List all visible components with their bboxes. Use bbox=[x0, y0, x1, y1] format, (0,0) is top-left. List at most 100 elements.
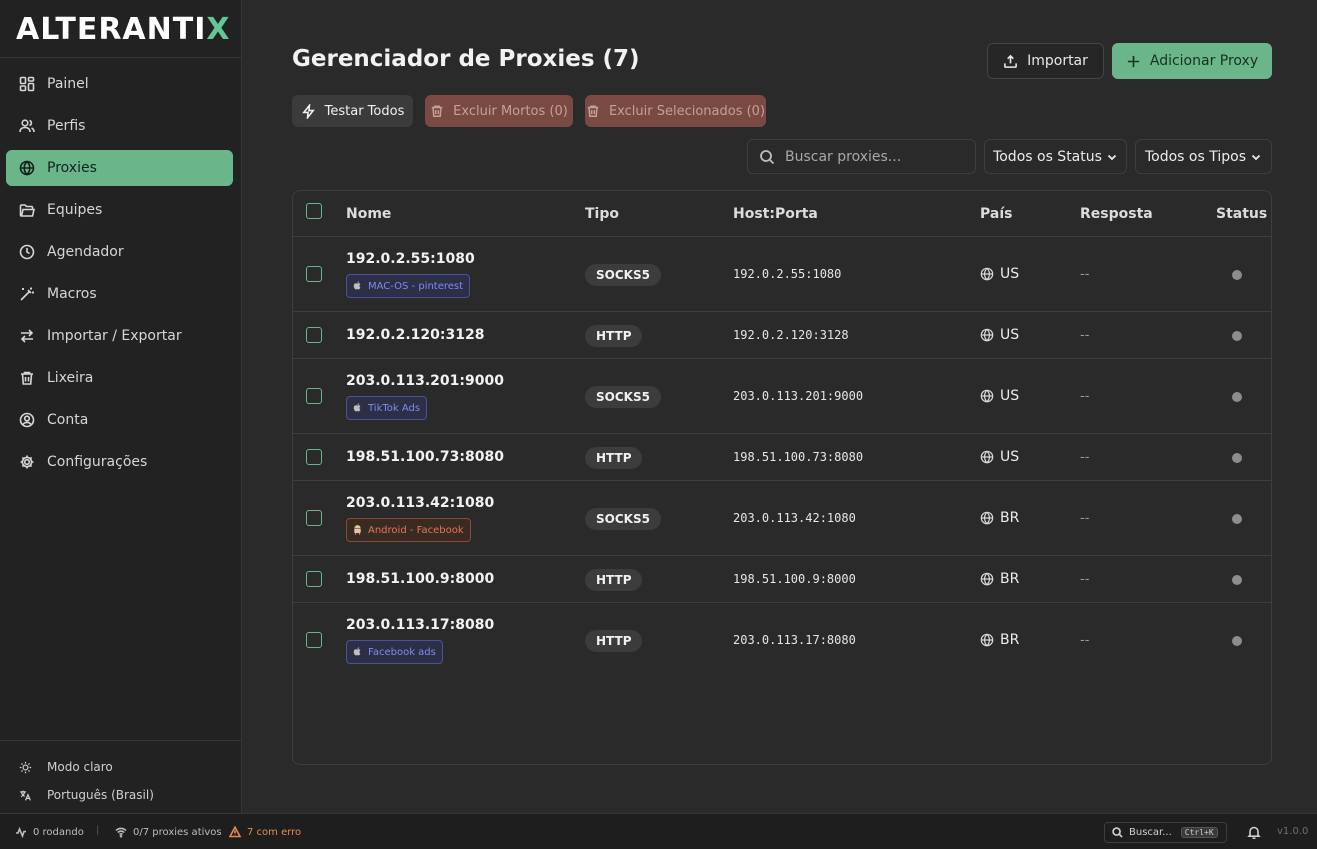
globe-icon bbox=[18, 159, 36, 177]
row-checkbox[interactable] bbox=[306, 631, 322, 648]
search-input[interactable] bbox=[785, 148, 965, 165]
status-filter-select[interactable]: Todos os Status bbox=[984, 139, 1127, 174]
status-dot bbox=[1232, 513, 1242, 524]
type-filter-select[interactable]: Todos os Tipos bbox=[1135, 139, 1272, 174]
test-all-button[interactable]: Testar Todos bbox=[292, 95, 413, 127]
sidebar-item-label: Conta bbox=[47, 412, 89, 428]
proxy-country: BR bbox=[980, 632, 1019, 648]
table-row[interactable]: 203.0.113.17:8080 Facebook ads HTTP 203.0.1… bbox=[293, 603, 1271, 678]
logo[interactable]: ALTERANTIX bbox=[0, 0, 241, 58]
country-code: US bbox=[1000, 265, 1020, 282]
country-code: BR bbox=[1000, 570, 1020, 587]
profile-tag[interactable]: Android - Facebook bbox=[346, 518, 471, 542]
bell-icon bbox=[1247, 826, 1261, 840]
sidebar: ALTERANTIX Painel Perfis Proxies Equipes… bbox=[0, 0, 242, 813]
sidebar-item-proxies[interactable]: Proxies bbox=[6, 150, 233, 186]
profile-tag[interactable]: Facebook ads bbox=[346, 640, 443, 664]
globe-icon bbox=[980, 511, 994, 525]
status-dot bbox=[1232, 269, 1242, 280]
table-row[interactable]: 198.51.100.9:8000 HTTP 198.51.100.9:8000 BR… bbox=[293, 556, 1271, 603]
error-count: 7 com erro bbox=[247, 826, 302, 838]
sidebar-item-macros[interactable]: Macros bbox=[6, 276, 233, 312]
proxies-table: Nome Tipo Host:Porta País Resposta Statu… bbox=[292, 190, 1272, 765]
proxy-type-badge: SOCKS5 bbox=[585, 507, 661, 530]
active-proxies-indicator: 0/7 proxies ativos bbox=[115, 826, 222, 838]
proxy-response: -- bbox=[1080, 266, 1090, 282]
sidebar-item-conta[interactable]: Conta bbox=[6, 402, 233, 438]
upload-icon bbox=[1004, 54, 1018, 68]
language-selector[interactable]: Português (Brasil) bbox=[0, 781, 241, 809]
column-header-country[interactable]: País bbox=[980, 206, 1012, 222]
select-all-checkbox[interactable] bbox=[306, 203, 322, 219]
add-proxy-button[interactable]: Adicionar Proxy bbox=[1112, 43, 1272, 79]
import-button-label: Importar bbox=[1027, 53, 1088, 69]
running-indicator: 0 rodando bbox=[15, 826, 84, 838]
profile-tag[interactable]: MAC-OS - pinterest bbox=[346, 274, 471, 298]
sidebar-item-label: Macros bbox=[47, 286, 97, 302]
status-filter-label: Todos os Status bbox=[993, 148, 1102, 165]
country-code: US bbox=[1000, 387, 1020, 404]
sidebar-item-agendador[interactable]: Agendador bbox=[6, 234, 233, 270]
row-checkbox[interactable] bbox=[306, 326, 322, 343]
proxy-type-badge: SOCKS5 bbox=[585, 263, 661, 286]
row-checkbox[interactable] bbox=[306, 387, 322, 404]
wifi-icon bbox=[115, 827, 127, 838]
profile-tag-label: MAC-OS - pinterest bbox=[368, 280, 464, 292]
profile-tag-label: Android - Facebook bbox=[368, 524, 464, 536]
column-header-response[interactable]: Resposta bbox=[1080, 206, 1153, 222]
sidebar-item-label: Lixeira bbox=[47, 370, 94, 386]
table-row[interactable]: 198.51.100.73:8080 HTTP 198.51.100.73:8080… bbox=[293, 434, 1271, 481]
sidebar-item-perfis[interactable]: Perfis bbox=[6, 108, 233, 144]
status-dot bbox=[1232, 452, 1242, 463]
row-checkbox[interactable] bbox=[306, 509, 322, 526]
row-checkbox[interactable] bbox=[306, 448, 322, 465]
apple-icon bbox=[352, 646, 364, 658]
proxy-name: 192.0.2.55:1080 bbox=[346, 251, 475, 267]
table-row[interactable]: 192.0.2.120:3128 HTTP 192.0.2.120:3128 US -- bbox=[293, 312, 1271, 359]
proxy-type-badge: HTTP bbox=[585, 446, 643, 469]
trash-icon bbox=[587, 105, 599, 117]
sidebar-item-lixeira[interactable]: Lixeira bbox=[6, 360, 233, 396]
notifications-button[interactable] bbox=[1247, 825, 1261, 842]
android-icon bbox=[352, 524, 364, 536]
column-header-name[interactable]: Nome bbox=[346, 206, 391, 222]
sidebar-item-label: Proxies bbox=[47, 160, 97, 176]
proxy-response: -- bbox=[1080, 449, 1090, 465]
trash-icon bbox=[431, 105, 443, 117]
logo-accent: X bbox=[206, 12, 231, 47]
search-box bbox=[747, 139, 976, 174]
proxy-response: -- bbox=[1080, 327, 1090, 343]
sidebar-item-configuracoes[interactable]: Configurações bbox=[6, 444, 233, 480]
table-row[interactable]: 192.0.2.55:1080 MAC-OS - pinterest SOCKS5 1… bbox=[293, 237, 1271, 312]
table-row[interactable]: 203.0.113.201:9000 TikTok Ads SOCKS5 203.0.… bbox=[293, 359, 1271, 434]
column-header-host[interactable]: Host:Porta bbox=[733, 206, 818, 222]
column-header-status[interactable]: Status bbox=[1216, 206, 1267, 222]
delete-dead-button[interactable]: Excluir Mortos (0) bbox=[425, 95, 573, 127]
sidebar-item-importar-exportar[interactable]: Importar / Exportar bbox=[6, 318, 233, 354]
status-dot bbox=[1232, 635, 1242, 646]
sidebar-item-painel[interactable]: Painel bbox=[6, 66, 233, 102]
proxy-country: US bbox=[980, 388, 1019, 404]
proxy-name: 192.0.2.120:3128 bbox=[346, 326, 485, 343]
proxy-response: -- bbox=[1080, 632, 1090, 648]
table-row[interactable]: 203.0.113.42:1080 Android - Facebook SOCKS… bbox=[293, 481, 1271, 556]
global-search-button[interactable]: Buscar... Ctrl+K bbox=[1104, 822, 1227, 843]
profile-tag[interactable]: TikTok Ads bbox=[346, 396, 428, 420]
delete-selected-button[interactable]: Excluir Selecionados (0) bbox=[585, 95, 766, 127]
apple-icon bbox=[352, 280, 364, 292]
theme-toggle[interactable]: Modo claro bbox=[0, 753, 241, 781]
magic-wand-icon bbox=[18, 285, 36, 303]
sidebar-item-equipes[interactable]: Equipes bbox=[6, 192, 233, 228]
row-checkbox[interactable] bbox=[306, 570, 322, 587]
folder-icon bbox=[18, 201, 36, 219]
proxy-type-badge: HTTP bbox=[585, 568, 643, 591]
sidebar-item-label: Equipes bbox=[47, 202, 103, 218]
proxy-response: -- bbox=[1080, 571, 1090, 587]
import-button[interactable]: Importar bbox=[987, 43, 1104, 79]
main-content: Gerenciador de Proxies (7) Importar Adic… bbox=[243, 0, 1317, 813]
column-header-type[interactable]: Tipo bbox=[585, 206, 619, 222]
error-indicator[interactable]: 7 com erro bbox=[229, 826, 301, 838]
proxy-response: -- bbox=[1080, 510, 1090, 526]
proxy-name: 198.51.100.73:8080 bbox=[346, 448, 504, 465]
row-checkbox[interactable] bbox=[306, 265, 322, 282]
